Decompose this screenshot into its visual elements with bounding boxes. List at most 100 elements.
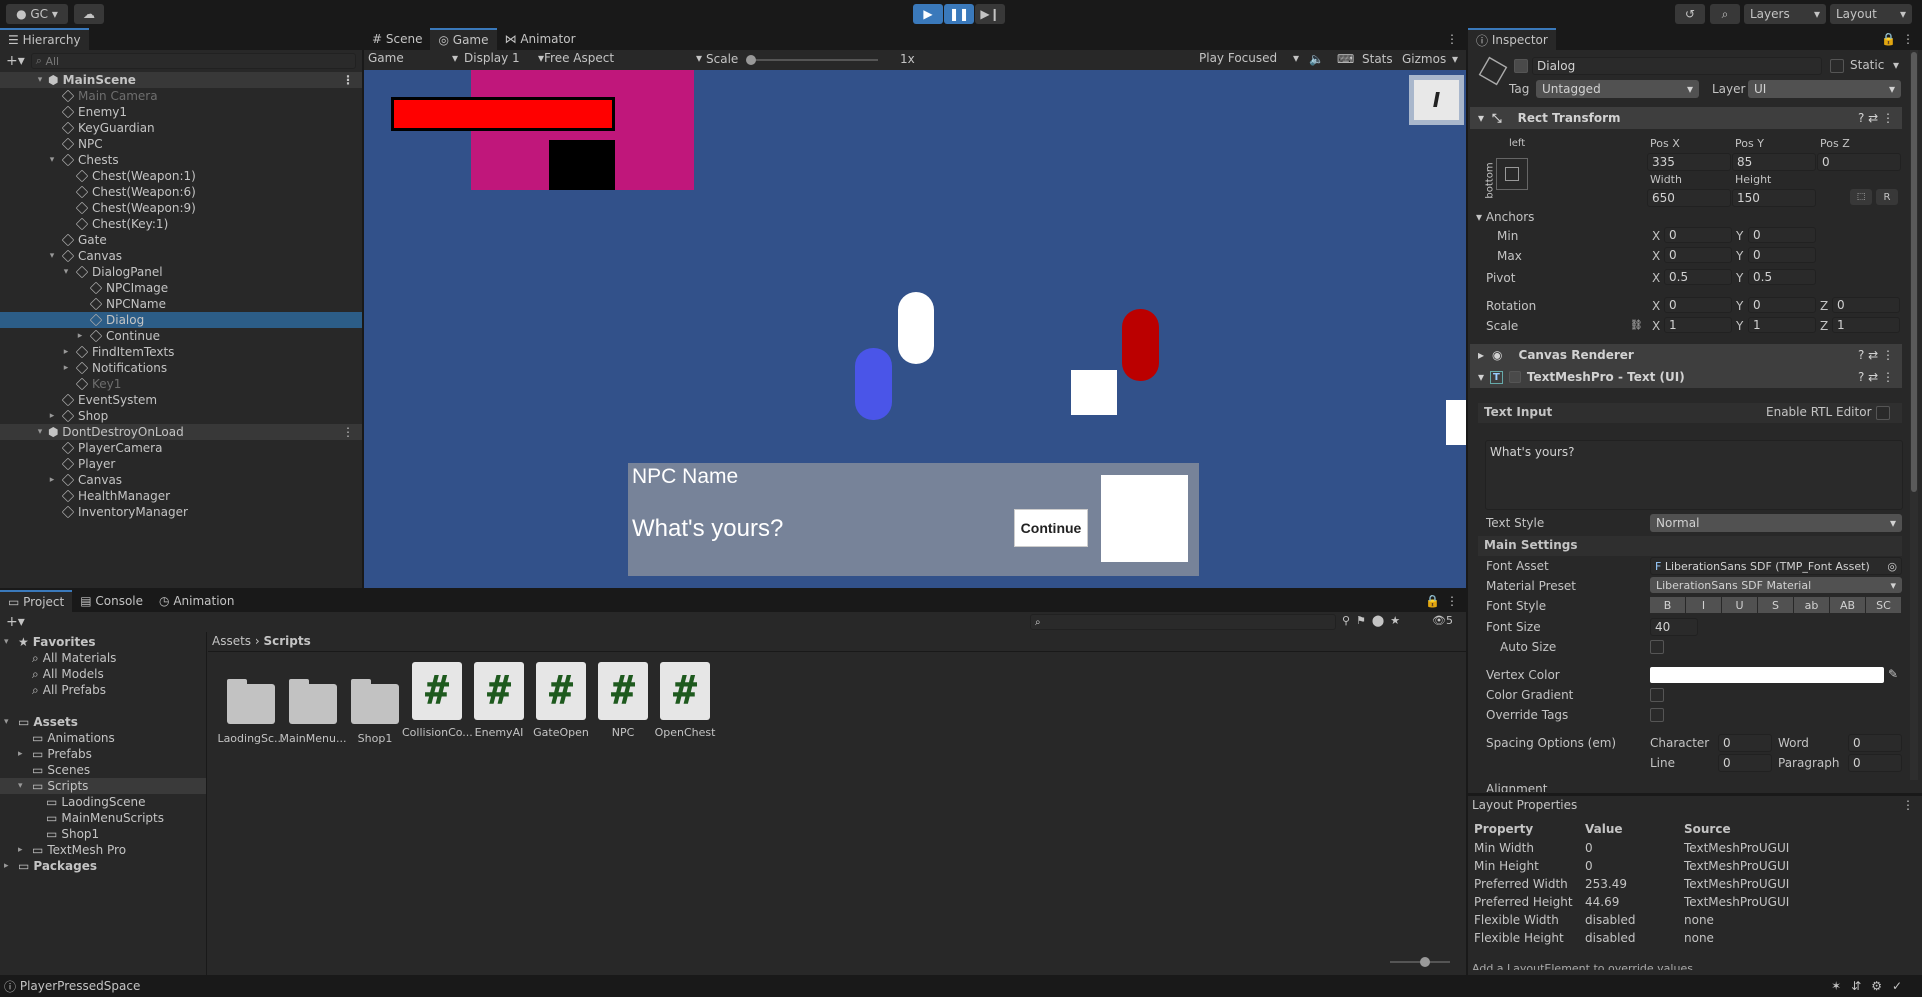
hierarchy-item[interactable]: ▾ DialogPanel: [0, 264, 362, 280]
project-tree-item[interactable]: ▾ ▭ Scripts: [0, 778, 206, 794]
scene-dontdestroyonload[interactable]: ▾ ⬢ DontDestroyOnLoad ⋮: [0, 424, 362, 440]
hierarchy-item[interactable]: ▸ Notifications: [0, 360, 362, 376]
play-button[interactable]: ▶: [913, 4, 943, 24]
chevron-down-icon[interactable]: ▾: [60, 267, 72, 277]
chevron-right-icon[interactable]: ▸: [4, 861, 18, 871]
chevron-right-icon[interactable]: ▸: [60, 363, 72, 373]
vector-input[interactable]: 0: [1664, 297, 1732, 313]
tmp-enabled-checkbox[interactable]: [1508, 371, 1521, 383]
vector-input[interactable]: 0: [1664, 247, 1732, 263]
vector-input[interactable]: 0: [1748, 227, 1816, 243]
hierarchy-item[interactable]: InventoryManager: [0, 504, 362, 520]
inspector-scrollbar[interactable]: [1910, 50, 1918, 780]
chevron-down-icon[interactable]: ▾: [18, 781, 32, 791]
color-gradient-checkbox[interactable]: [1650, 688, 1664, 702]
hierarchy-item[interactable]: KeyGuardian: [0, 120, 362, 136]
project-tree-item[interactable]: ▾ ▭ Assets: [0, 714, 206, 730]
project-tree-item[interactable]: ▭ Shop1: [0, 826, 206, 842]
hierarchy-item[interactable]: Key1: [0, 376, 362, 392]
project-filter-icons[interactable]: ⚲⚑⬤★: [1342, 614, 1406, 627]
asset-folder[interactable]: MainMenu...: [278, 662, 348, 745]
asset-script[interactable]: # EnemyAI: [464, 662, 534, 739]
rtl-checkbox[interactable]: [1876, 406, 1890, 420]
asset-script[interactable]: # OpenChest: [650, 662, 720, 739]
vector-input[interactable]: 1: [1664, 317, 1732, 333]
asset-folder[interactable]: LaodingSc...: [216, 662, 286, 745]
anchor-preset-button[interactable]: [1496, 158, 1528, 190]
chevron-right-icon[interactable]: ▸: [46, 411, 58, 421]
hierarchy-item[interactable]: Player: [0, 456, 362, 472]
add-icon[interactable]: +▾: [6, 53, 25, 69]
hierarchy-item[interactable]: NPCName: [0, 296, 362, 312]
asset-script[interactable]: # CollisionCo...: [402, 662, 472, 739]
project-tree-item[interactable]: ▭ MainMenuScripts: [0, 810, 206, 826]
override-tags-checkbox[interactable]: [1650, 708, 1664, 722]
tab-animation[interactable]: ◷ Animation: [151, 590, 242, 612]
blueprint-button[interactable]: ⬚: [1850, 189, 1872, 205]
tab-hierarchy[interactable]: ☰ Hierarchy: [0, 28, 89, 50]
vector-input[interactable]: 1: [1832, 317, 1900, 333]
component-menu-icons[interactable]: ? ⇄ ⋮: [1858, 348, 1894, 362]
object-picker-icon[interactable]: ◎: [1887, 560, 1897, 573]
layers-dropdown[interactable]: Layers ▾: [1744, 4, 1826, 24]
project-tree-item[interactable]: ⌕ All Models: [0, 666, 206, 682]
font-style-button[interactable]: ab: [1794, 597, 1829, 613]
project-tree-item[interactable]: ▸ ▭ Prefabs: [0, 746, 206, 762]
vector-input[interactable]: 0: [1832, 297, 1900, 313]
active-checkbox[interactable]: [1514, 59, 1528, 73]
chevron-down-icon[interactable]: ▾: [1452, 52, 1458, 66]
vertex-color-swatch[interactable]: [1650, 667, 1884, 683]
text-style-dropdown[interactable]: Normal ▾: [1650, 514, 1902, 532]
chevron-right-icon[interactable]: ▸: [46, 475, 58, 485]
cloud-button[interactable]: ☁: [74, 4, 104, 24]
status-icons[interactable]: ✶⇵⚙✓: [1831, 979, 1912, 993]
tab-inspector[interactable]: ⓘ Inspector: [1468, 28, 1556, 50]
hierarchy-item[interactable]: ▸ Canvas: [0, 472, 362, 488]
step-button[interactable]: ▶❙: [975, 4, 1005, 24]
tmp-header[interactable]: ▾ T TextMeshPro - Text (UI)? ⇄ ⋮: [1470, 366, 1902, 388]
add-icon[interactable]: +▾: [6, 614, 25, 630]
anchors-foldout[interactable]: ▾ Anchors: [1476, 210, 1534, 224]
more-icon[interactable]: ⋮: [342, 73, 354, 87]
hierarchy-item[interactable]: ▸ Shop: [0, 408, 362, 424]
chevron-right-icon[interactable]: ▸: [74, 331, 86, 341]
font-style-button[interactable]: AB: [1830, 597, 1865, 613]
hierarchy-item[interactable]: Enemy1: [0, 104, 362, 120]
breadcrumb-assets[interactable]: Assets: [212, 634, 251, 648]
character-spacing-input[interactable]: 0: [1718, 734, 1772, 752]
chevron-down-icon[interactable]: ▾: [46, 155, 58, 165]
static-checkbox[interactable]: [1830, 59, 1844, 73]
scrollbar-thumb[interactable]: [1911, 52, 1917, 492]
layer-dropdown[interactable]: UI ▾: [1748, 80, 1901, 98]
hierarchy-item[interactable]: HealthManager: [0, 488, 362, 504]
canvas-renderer-header[interactable]: ▸ ◉ Canvas Renderer? ⇄ ⋮: [1470, 344, 1902, 366]
font-asset-field[interactable]: F LiberationSans SDF (TMP_Font Asset) ◎: [1650, 557, 1902, 575]
material-preset-dropdown[interactable]: LiberationSans SDF Material ▾: [1650, 577, 1902, 593]
breadcrumb-scripts[interactable]: Scripts: [264, 634, 311, 648]
scene-mainscene[interactable]: ▾ ⬢ MainScene ⋮: [0, 72, 362, 88]
hierarchy-item[interactable]: Gate: [0, 232, 362, 248]
word-spacing-input[interactable]: 0: [1848, 734, 1902, 752]
auto-size-checkbox[interactable]: [1650, 640, 1664, 654]
tab-game[interactable]: ◎ Game: [430, 28, 497, 50]
object-name-input[interactable]: Dialog: [1532, 57, 1822, 75]
hierarchy-item[interactable]: ▸ FindItemTexts: [0, 344, 362, 360]
rect-transform-header[interactable]: ▾ ⤡ Rect Transform? ⇄ ⋮: [1470, 107, 1902, 129]
slider-thumb[interactable]: [1420, 957, 1430, 967]
line-spacing-input[interactable]: 0: [1718, 754, 1772, 772]
chevron-right-icon[interactable]: ▸: [18, 845, 32, 855]
hierarchy-item[interactable]: NPC: [0, 136, 362, 152]
component-menu-icons[interactable]: ? ⇄ ⋮: [1858, 370, 1894, 384]
gizmos-button[interactable]: Gizmos: [1402, 52, 1446, 66]
stats-button[interactable]: Stats: [1362, 52, 1393, 66]
cursor-tool[interactable]: I: [1409, 75, 1464, 125]
vector-input[interactable]: 0: [1748, 297, 1816, 313]
more-icon[interactable]: ⋮: [342, 425, 354, 439]
more-icon[interactable]: ⋮: [1902, 32, 1914, 46]
vector-input[interactable]: 0.5: [1748, 269, 1816, 285]
font-style-button[interactable]: B: [1650, 597, 1685, 613]
font-style-button[interactable]: I: [1686, 597, 1721, 613]
project-tree-item[interactable]: ▭ LaodingScene: [0, 794, 206, 810]
project-tree-item[interactable]: ▭ Animations: [0, 730, 206, 746]
pos-x-input[interactable]: 335: [1647, 153, 1731, 171]
